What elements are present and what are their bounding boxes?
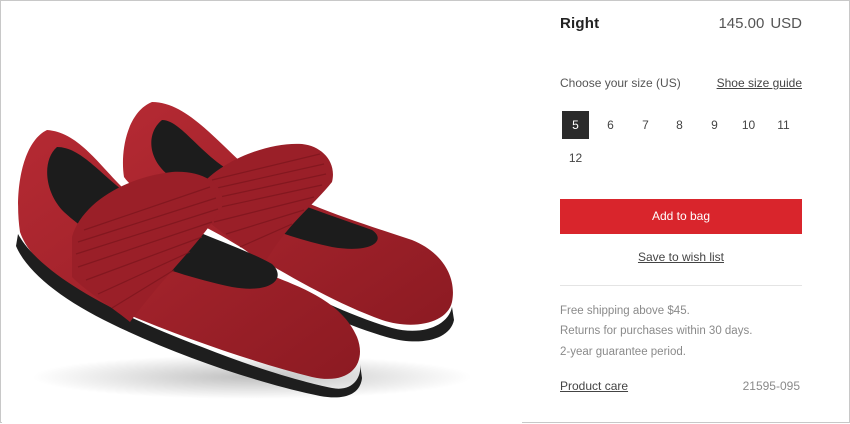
product-sku: 21595-095 [742, 379, 800, 393]
size-label: Choose your size (US) [560, 76, 681, 90]
size-option-11[interactable]: 11 [770, 111, 797, 139]
shoe-illustration [16, 102, 472, 399]
size-option-12[interactable]: 12 [562, 144, 589, 172]
size-option-7[interactable]: 7 [632, 111, 659, 139]
price-currency: USD [770, 15, 802, 32]
size-option-10[interactable]: 10 [735, 111, 762, 139]
returns-info: Returns for purchases within 30 days. [560, 325, 753, 337]
product-price: 145.00 USD [718, 15, 802, 32]
size-option-9[interactable]: 9 [701, 111, 728, 139]
size-option-8[interactable]: 8 [666, 111, 693, 139]
size-option-6[interactable]: 6 [597, 111, 624, 139]
product-image [2, 2, 522, 423]
divider [560, 285, 802, 286]
save-to-wishlist-link[interactable]: Save to wish list [560, 250, 802, 264]
size-option-5[interactable]: 5 [562, 111, 589, 139]
size-guide-link[interactable]: Shoe size guide [717, 76, 802, 90]
product-page: Right 145.00 USD Choose your size (US) Sh… [0, 0, 850, 423]
price-amount: 145.00 [718, 15, 765, 32]
product-care-link[interactable]: Product care [560, 379, 628, 393]
add-to-bag-button[interactable]: Add to bag [560, 199, 802, 234]
product-name: Right [560, 15, 600, 32]
product-info-panel: Right 145.00 USD Choose your size (US) Sh… [560, 1, 802, 424]
shipping-info: Free shipping above $45. [560, 305, 690, 317]
guarantee-info: 2-year guarantee period. [560, 346, 686, 358]
